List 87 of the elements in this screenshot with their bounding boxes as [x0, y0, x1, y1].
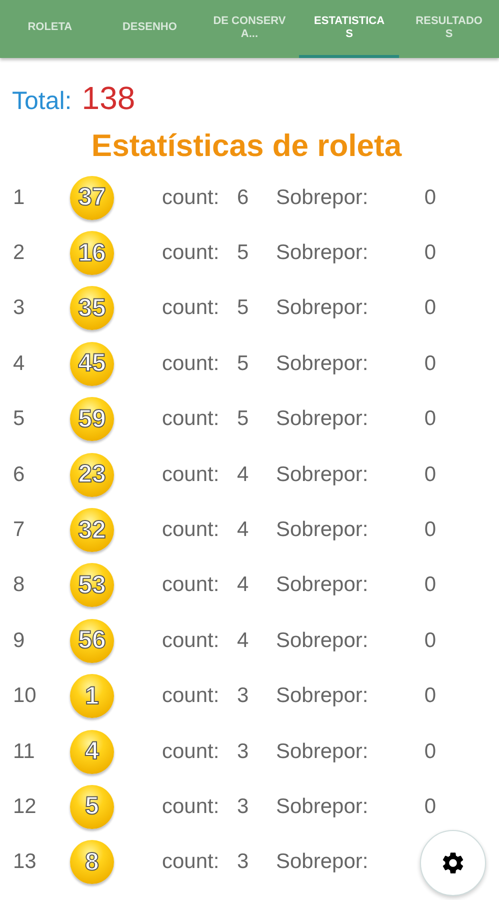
rank-number: 6 — [12, 462, 26, 487]
rank-number: 8 — [12, 573, 26, 598]
ball-number: 45 — [70, 342, 114, 386]
overlap-label: Sobrepor: — [276, 628, 370, 653]
tab[interactable]: ESTATISTICAS — [299, 0, 400, 58]
ball-number: 8 — [70, 840, 114, 884]
overlap-value: 0 — [423, 241, 436, 266]
count-label: count: — [162, 740, 220, 764]
count-value: 5 — [237, 241, 250, 266]
count-value: 4 — [237, 573, 250, 598]
count-value: 5 — [237, 352, 250, 376]
overlap-value: 0 — [423, 794, 436, 819]
rank-number: 13 — [12, 850, 38, 874]
overlap-value: 0 — [423, 186, 436, 210]
count-value: 3 — [237, 794, 250, 819]
overlap-label: Sobrepor: — [276, 407, 370, 432]
overlap-value: 0 — [423, 407, 436, 432]
ball-number: 56 — [70, 618, 114, 663]
count-label: count: — [162, 850, 220, 874]
rank-number: 7 — [12, 518, 26, 542]
overlap-label: Sobrepor: — [276, 740, 370, 764]
ball-number: 1 — [70, 674, 114, 718]
overlap-value: 0 — [423, 740, 436, 764]
total-value: 138 — [82, 80, 136, 117]
count-value: 3 — [237, 850, 250, 874]
overlap-value: 0 — [423, 628, 436, 653]
count-value: 3 — [237, 740, 250, 764]
overlap-label: Sobrepor: — [276, 573, 370, 598]
ball-number: 35 — [70, 286, 114, 330]
count-label: count: — [162, 573, 220, 598]
overlap-label: Sobrepor: — [276, 186, 370, 210]
overlap-value: 0 — [423, 573, 436, 598]
count-value: 6 — [237, 186, 250, 210]
overlap-label: Sobrepor: — [276, 684, 370, 708]
count-value: 5 — [237, 296, 250, 320]
ball-number: 59 — [70, 397, 114, 442]
rank-number: 2 — [12, 241, 26, 266]
count-label: count: — [162, 186, 220, 210]
count-value: 4 — [237, 462, 250, 487]
total-label: Total: — [12, 87, 72, 116]
page-title: Estatísticas de roleta — [90, 127, 403, 165]
overlap-value: 0 — [423, 352, 436, 376]
count-label: count: — [162, 296, 220, 320]
overlap-label: Sobrepor: — [276, 352, 370, 376]
tab[interactable]: DE CONSERVA... — [200, 0, 300, 58]
ball-number: 4 — [70, 730, 114, 774]
overlap-value: 0 — [423, 684, 436, 708]
overlap-label: Sobrepor: — [276, 850, 370, 874]
rank-number: 5 — [12, 407, 26, 432]
rank-number: 12 — [12, 794, 38, 819]
ball-number: 53 — [70, 563, 114, 608]
ball-number: 23 — [70, 452, 114, 497]
count-label: count: — [162, 518, 220, 542]
overlap-value: 0 — [423, 296, 436, 320]
count-label: count: — [162, 407, 220, 432]
overlap-label: Sobrepor: — [276, 794, 370, 819]
ball-number: 32 — [70, 508, 114, 552]
settings-icon — [440, 850, 466, 876]
count-label: count: — [162, 462, 220, 487]
rank-number: 3 — [12, 296, 26, 320]
rank-number: 4 — [12, 352, 26, 376]
count-label: count: — [162, 794, 220, 819]
rank-number: 10 — [12, 684, 38, 708]
ball-number: 37 — [70, 176, 114, 220]
count-value: 4 — [237, 518, 250, 542]
ball-number: 5 — [70, 784, 114, 829]
overlap-value: 0 — [423, 462, 436, 487]
tab[interactable]: ROLETA — [0, 0, 100, 58]
tab[interactable]: DESENHO — [100, 0, 200, 58]
rank-number: 1 — [12, 186, 26, 210]
overlap-label: Sobrepor: — [276, 462, 370, 487]
count-label: count: — [162, 628, 220, 653]
rank-number: 9 — [12, 628, 26, 653]
overlap-label: Sobrepor: — [276, 241, 370, 266]
count-value: 4 — [237, 628, 250, 653]
count-label: count: — [162, 352, 220, 376]
settings-button[interactable] — [420, 830, 486, 896]
overlap-value: 0 — [423, 518, 436, 542]
ball-number: 16 — [70, 231, 114, 276]
count-label: count: — [162, 684, 220, 708]
tab[interactable]: RESULTADOS — [399, 0, 499, 58]
count-label: count: — [162, 241, 220, 266]
count-value: 5 — [237, 407, 250, 432]
rank-number: 11 — [12, 740, 36, 764]
count-value: 3 — [237, 684, 250, 708]
overlap-label: Sobrepor: — [276, 518, 370, 542]
overlap-label: Sobrepor: — [276, 296, 370, 320]
